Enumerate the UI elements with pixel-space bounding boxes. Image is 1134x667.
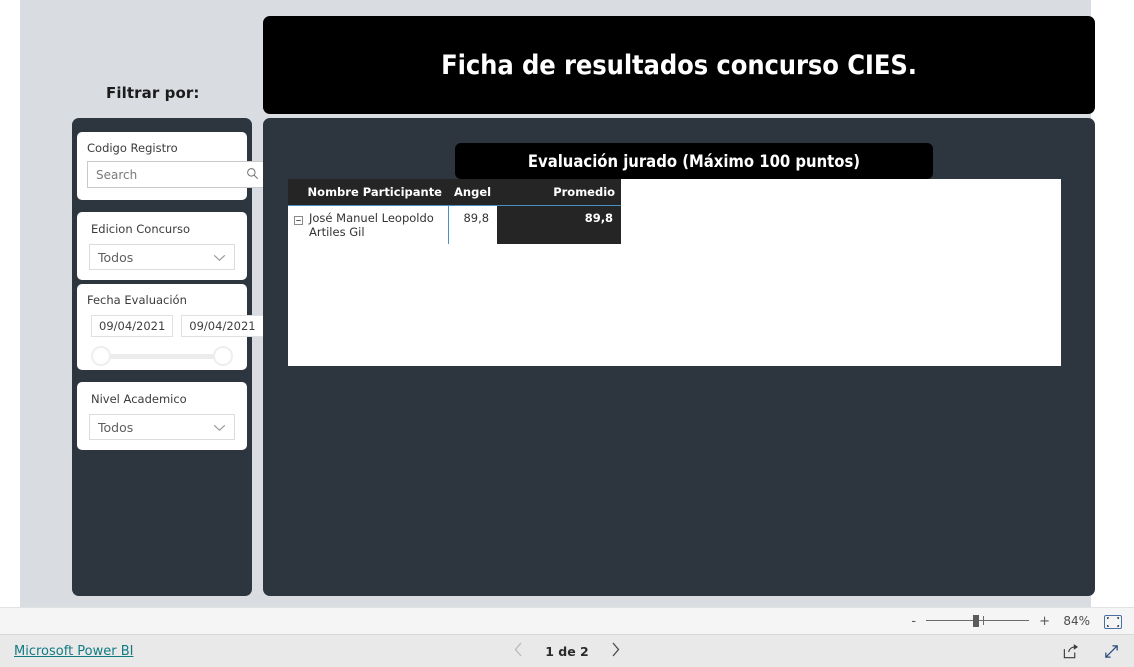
search-box[interactable] [87,161,266,188]
zoom-slider[interactable] [926,614,1030,628]
powerbi-report-viewer: Filtrar por: Codigo Registro Search Edic… [0,0,1134,667]
table-row[interactable]: José Manuel Leopoldo Artiles Gil 89,8 89… [288,205,622,244]
zoom-slider-thumb[interactable] [973,615,980,627]
zoom-slider-tick [983,616,985,625]
edicion-concurso-value: Todos [98,249,134,265]
section-title: Evaluación jurado (Máximo 100 puntos) [527,151,861,171]
report-footer: Microsoft Power BI 1 de 2 [0,635,1134,667]
slicer-nivel-academico[interactable]: Nivel Academico Todos [77,382,247,450]
date-range-handle-end[interactable] [213,346,233,366]
cell-angel-score: 89,8 [447,205,498,244]
edicion-concurso-dropdown[interactable]: Todos [89,244,235,270]
zoom-in-button[interactable]: + [1039,615,1050,628]
collapse-icon[interactable] [294,214,303,225]
cell-promedio-score: 89,8 [497,205,622,244]
chevron-down-icon [213,420,226,435]
page-indicator: 1 de 2 [545,643,589,659]
date-end-input[interactable]: 09/04/2021 [181,315,264,337]
nivel-academico-value: Todos [98,419,134,435]
table-header: Nombre Participante Angel Promedio [288,179,622,206]
slicer-nivel-academico-title: Nivel Academico [91,392,187,406]
slicer-fecha-evaluacion[interactable]: Fecha Evaluación 09/04/2021 09/04/2021 [77,284,264,370]
page-title: Ficha de resultados concurso CIES. [441,49,917,81]
column-header-angel[interactable]: Angel [448,179,498,206]
evaluation-matrix-visual[interactable]: Nombre Participante Angel Promedio José … [288,179,1061,366]
share-icon[interactable] [1062,643,1079,660]
section-title-banner: Evaluación jurado (Máximo 100 puntos) [455,143,933,179]
date-range-handle-start[interactable] [91,346,111,366]
column-header-promedio[interactable]: Promedio [497,179,622,206]
slicer-fecha-evaluacion-title: Fecha Evaluación [87,293,187,307]
date-start-input[interactable]: 09/04/2021 [91,315,174,337]
search-input[interactable] [96,167,246,182]
date-range-track [105,354,219,359]
chevron-left-icon[interactable] [514,642,523,661]
footer-actions [1062,643,1120,660]
slicer-codigo-registro-title: Codigo Registro [87,141,178,155]
chevron-right-icon[interactable] [611,642,620,661]
zoom-out-button[interactable]: - [911,615,916,628]
main-content-panel: Evaluación jurado (Máximo 100 puntos) No… [263,118,1095,596]
report-title-banner: Ficha de resultados concurso CIES. [263,16,1095,114]
slicer-codigo-registro[interactable]: Codigo Registro [77,132,290,200]
date-inputs: 09/04/2021 09/04/2021 [77,313,264,337]
fullscreen-icon[interactable] [1103,643,1120,660]
status-bar: - + 84% [0,607,1134,635]
page-navigation: 1 de 2 [0,642,1134,661]
slicer-edicion-concurso[interactable]: Edicion Concurso Todos [77,212,247,280]
fit-to-page-icon[interactable] [1104,614,1122,629]
cell-nombre-participante: José Manuel Leopoldo Artiles Gil [288,205,448,244]
zoom-level-label: 84% [1063,614,1090,628]
evaluation-table: Nombre Participante Angel Promedio José … [288,179,622,244]
table-header-row: Nombre Participante Angel Promedio [288,179,622,206]
report-canvas: Filtrar por: Codigo Registro Search Edic… [20,0,1095,607]
filter-section-label: Filtrar por: [106,84,200,102]
filters-panel: Codigo Registro Search Edicion Concurso … [72,118,290,596]
magnifier-icon [246,165,259,184]
date-range-slider[interactable] [91,346,233,366]
participant-name: José Manuel Leopoldo Artiles Gil [309,211,434,239]
search-row [77,161,290,188]
table-body: José Manuel Leopoldo Artiles Gil 89,8 89… [288,205,622,244]
chevron-down-icon [213,250,226,265]
nivel-academico-dropdown[interactable]: Todos [89,414,235,440]
slicer-edicion-concurso-title: Edicion Concurso [91,222,190,236]
column-header-nombre-participante[interactable]: Nombre Participante [288,179,448,206]
